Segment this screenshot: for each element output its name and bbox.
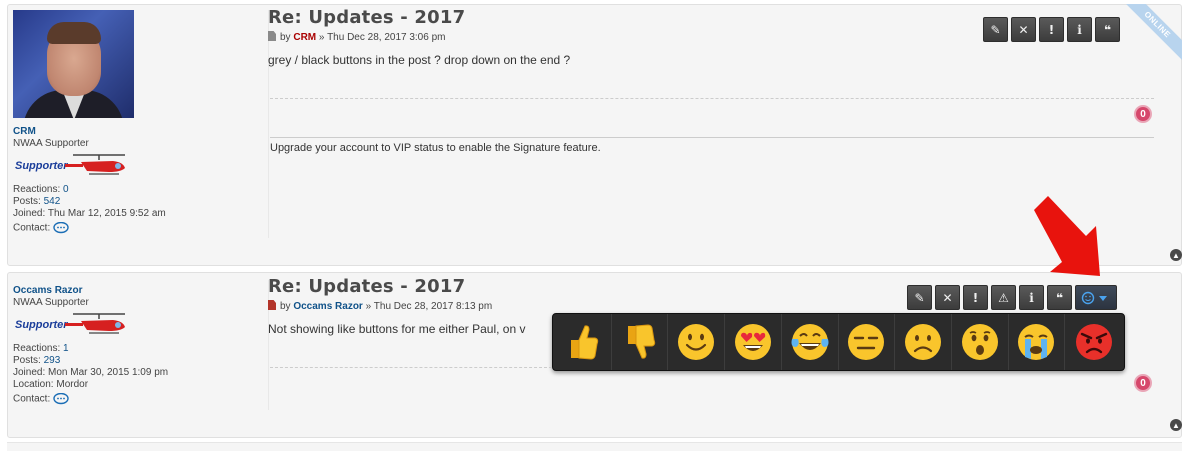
crying-icon xyxy=(1018,324,1055,360)
post-date: » Thu Dec 28, 2017 8:13 pm xyxy=(365,301,493,312)
reaction-thumbs-up[interactable] xyxy=(555,314,612,370)
reaction-angry[interactable] xyxy=(1065,314,1122,370)
post-icon[interactable] xyxy=(268,31,276,41)
post-author[interactable]: CRM xyxy=(293,32,316,43)
expressionless-icon xyxy=(848,324,885,360)
reaction-tears-of-joy[interactable] xyxy=(782,314,839,370)
info-button[interactable]: i xyxy=(1067,17,1092,42)
stat-contact: Contact: xyxy=(13,222,263,235)
profile-crm: CRM NWAA Supporter Supporter Reactions: … xyxy=(13,126,263,235)
rank-badge-label: Supporter xyxy=(15,160,68,172)
stat-joined: Joined: Thu Mar 12, 2015 9:52 am xyxy=(13,208,166,219)
stat-contact: Contact: xyxy=(13,393,263,406)
stat-posts: Posts: 542 xyxy=(13,196,61,207)
delete-button[interactable]: ✕ xyxy=(935,285,960,310)
reactions-link[interactable]: 1 xyxy=(63,343,69,354)
profile-occams: Occams Razor NWAA Supporter Supporter Re… xyxy=(13,285,263,406)
next-post-edge xyxy=(7,442,1182,451)
smile-icon xyxy=(678,324,715,360)
annotation-arrow-icon xyxy=(1034,196,1100,276)
report-button[interactable]: ! xyxy=(963,285,988,310)
profile-username[interactable]: CRM xyxy=(13,126,263,138)
reaction-frown[interactable] xyxy=(895,314,952,370)
quote-button[interactable]: ❝ xyxy=(1095,17,1120,42)
reaction-count-badge[interactable]: 0 xyxy=(1134,374,1152,392)
heart-eyes-icon xyxy=(734,324,771,360)
post-date: » Thu Dec 28, 2017 3:06 pm xyxy=(318,32,446,43)
thumbs-up-icon xyxy=(570,325,598,360)
post-icon[interactable] xyxy=(268,300,276,310)
reactions-dropdown-button[interactable] xyxy=(1075,285,1117,310)
thumbs-down-icon xyxy=(627,324,655,359)
helicopter-icon xyxy=(65,313,125,334)
content-separator xyxy=(270,367,552,368)
reactions-link[interactable]: 0 xyxy=(63,184,69,195)
helicopter-icon xyxy=(65,154,125,175)
report-button[interactable]: ! xyxy=(1039,17,1064,42)
signature-separator xyxy=(270,137,1154,138)
reaction-surprised[interactable] xyxy=(952,314,1009,370)
angry-icon xyxy=(1075,324,1112,360)
profile-username[interactable]: Occams Razor xyxy=(13,285,263,297)
rank-badge-image: Supporter xyxy=(13,311,133,337)
post-buttons-1: ✎ ✕ ! i ❝ xyxy=(983,17,1120,42)
reaction-thumbs-down[interactable] xyxy=(612,314,669,370)
post-author[interactable]: Occams Razor xyxy=(293,301,362,312)
profile-rank: NWAA Supporter xyxy=(13,138,89,149)
quote-button[interactable]: ❝ xyxy=(1047,285,1072,310)
posts-link[interactable]: 293 xyxy=(44,355,61,366)
stat-joined: Joined: Mon Mar 30, 2015 1:09 pm xyxy=(13,367,169,378)
profile-rank: NWAA Supporter xyxy=(13,297,89,308)
stat-reactions: Reactions: 1 xyxy=(13,343,69,354)
tears-of-joy-icon xyxy=(791,324,829,360)
frown-icon xyxy=(905,324,942,360)
edit-button[interactable]: ✎ xyxy=(983,17,1008,42)
rank-badge-image: Supporter xyxy=(13,152,133,178)
smiley-caret-icon xyxy=(1081,291,1107,304)
posts-link[interactable]: 542 xyxy=(44,196,61,207)
reaction-expressionless[interactable] xyxy=(839,314,896,370)
stat-posts: Posts: 293 xyxy=(13,355,61,366)
stat-location: Location: Mordor xyxy=(13,379,89,390)
back-to-top-icon[interactable]: ▲ xyxy=(1170,249,1182,261)
reaction-heart-eyes[interactable] xyxy=(725,314,782,370)
signature-text: Upgrade your account to VIP status to en… xyxy=(270,142,601,154)
back-to-top-icon[interactable]: ▲ xyxy=(1170,419,1182,431)
reaction-count-badge[interactable]: 0 xyxy=(1134,105,1152,123)
warn-button[interactable]: ⚠ xyxy=(991,285,1016,310)
post-content: grey / black buttons in the post ? drop … xyxy=(268,53,571,67)
reaction-crying[interactable] xyxy=(1009,314,1066,370)
surprised-icon xyxy=(961,324,998,360)
reaction-picker xyxy=(552,313,1125,371)
reaction-smile[interactable] xyxy=(668,314,726,370)
contact-bubble-icon[interactable] xyxy=(53,393,69,405)
contact-bubble-icon[interactable] xyxy=(53,222,69,234)
rank-badge-label: Supporter xyxy=(15,319,68,331)
post-buttons-2: ✎ ✕ ! ⚠ i ❝ xyxy=(907,285,1117,310)
stat-reactions: Reactions: 0 xyxy=(13,184,69,195)
edit-button[interactable]: ✎ xyxy=(907,285,932,310)
info-button[interactable]: i xyxy=(1019,285,1044,310)
delete-button[interactable]: ✕ xyxy=(1011,17,1036,42)
content-separator xyxy=(270,98,1154,99)
avatar-crm[interactable] xyxy=(13,10,134,118)
